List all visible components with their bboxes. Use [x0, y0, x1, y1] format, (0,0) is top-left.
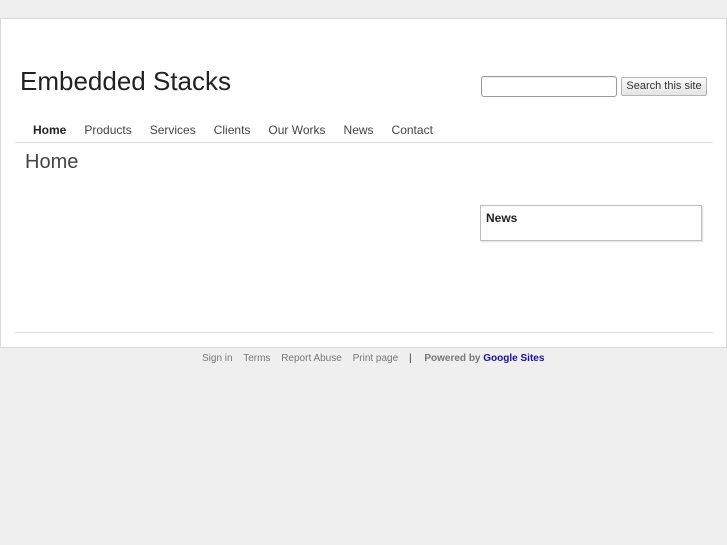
page-container: Embedded Stacks Search this site Home Pr… — [0, 18, 727, 348]
footer-divider — [15, 332, 713, 333]
search-input[interactable] — [481, 76, 617, 97]
search-button[interactable]: Search this site — [621, 77, 707, 96]
news-gadget-title[interactable]: News — [486, 211, 517, 225]
powered-by-label: Powered by — [424, 353, 481, 364]
footer-separator: | — [408, 353, 412, 364]
site-title[interactable]: Embedded Stacks — [20, 66, 231, 96]
nav-item-home[interactable]: Home — [33, 122, 66, 138]
site-footer: Sign in Terms Report Abuse Print page | … — [202, 352, 544, 366]
google-sites-link[interactable]: Google Sites — [483, 353, 544, 364]
page-heading: Home — [25, 151, 79, 173]
terms-link[interactable]: Terms — [243, 353, 270, 364]
nav-divider — [15, 142, 713, 143]
report-abuse-link[interactable]: Report Abuse — [281, 353, 342, 364]
nav-item-news[interactable]: News — [344, 122, 374, 138]
news-gadget: News — [480, 205, 702, 241]
nav-item-our-works[interactable]: Our Works — [268, 122, 325, 138]
sign-in-link[interactable]: Sign in — [202, 353, 233, 364]
nav-item-clients[interactable]: Clients — [214, 122, 251, 138]
nav-bar: Home Products Services Clients Our Works… — [33, 122, 451, 138]
nav-item-contact[interactable]: Contact — [392, 122, 433, 138]
print-page-link[interactable]: Print page — [353, 353, 399, 364]
nav-item-services[interactable]: Services — [150, 122, 196, 138]
nav-item-products[interactable]: Products — [84, 122, 131, 138]
